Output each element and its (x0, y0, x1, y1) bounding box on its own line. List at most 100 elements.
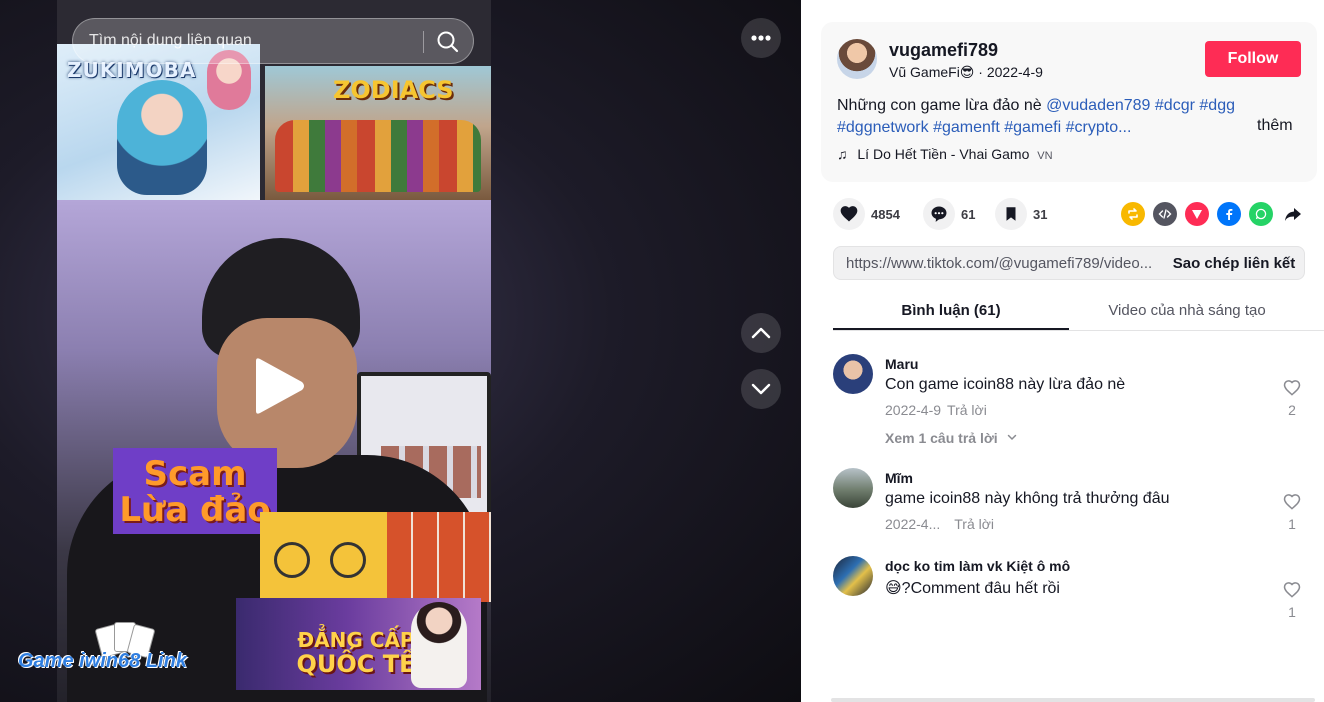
hashtag-link[interactable]: #dcgr (1155, 97, 1195, 114)
commenter-avatar[interactable] (833, 556, 873, 596)
comment-text: 😅?Comment đâu hết rồi (885, 580, 1060, 597)
comment-like-button[interactable] (1281, 492, 1303, 517)
zodiacs-thumbnail: ZODIACS (265, 66, 491, 200)
play-button[interactable] (248, 355, 308, 417)
music-title: Lí Do Hết Tiền - Vhai Gamo (857, 146, 1030, 162)
comment-like-button[interactable] (1281, 580, 1303, 605)
comment-date: 2022-4... (885, 516, 941, 532)
game-character-image (117, 80, 207, 195)
active-tab-indicator (833, 328, 1069, 330)
send-to-friends-button[interactable] (1185, 202, 1209, 226)
zukimoba-thumbnail: ZUKIMOBA (57, 44, 260, 200)
tab-creator-videos[interactable]: Video của nhà sáng tạo (1069, 302, 1305, 319)
hashtag-link[interactable]: #gamenft (933, 119, 1000, 136)
comment-like-button[interactable] (1281, 378, 1303, 403)
music-info[interactable]: ♫ Lí Do Hết Tiền - Vhai Gamo VN (837, 146, 1053, 162)
copy-link-button[interactable]: Sao chép liên kết (1164, 247, 1304, 279)
bookmark-icon (1006, 207, 1016, 221)
comment-like-count: 2 (1288, 402, 1296, 418)
search-icon (437, 31, 459, 53)
post-date: 2022-4-9 (986, 64, 1043, 80)
commenter-name[interactable]: dọc ko tim làm vk Kiệt ô mô (885, 558, 1070, 574)
caption-text: Những con game lừa đảo nè (837, 97, 1042, 114)
meta-separator: · (974, 64, 987, 80)
share-facebook-button[interactable] (1217, 202, 1241, 226)
heart-icon (840, 206, 858, 222)
commenter-name[interactable]: Maru (885, 356, 918, 372)
bike-race-thumbnail (387, 512, 491, 602)
chevron-up-icon (751, 327, 771, 339)
comment-item: dọc ko tim làm vk Kiệt ô mô 😅?Comment đâ… (833, 556, 1303, 636)
more-options-button[interactable] (741, 18, 781, 58)
previous-video-button[interactable] (741, 313, 781, 353)
reply-button[interactable]: Trả lời (954, 516, 994, 532)
search-input[interactable] (89, 19, 409, 63)
comment-item: Mĩm game icoin88 này không trả thưởng đâ… (833, 468, 1303, 548)
side-panel: vugamefi789 Vũ GameFi😎 · 2022-4-9 Follow… (801, 0, 1324, 702)
send-icon (1192, 210, 1202, 219)
related-search-bar[interactable] (72, 18, 474, 64)
hashtag-link[interactable]: @vudaden789 (1046, 97, 1150, 114)
hashtag-link[interactable]: #crypto... (1066, 119, 1132, 136)
commenter-name[interactable]: Mĩm (885, 470, 913, 486)
save-action[interactable]: 31 (995, 198, 1047, 230)
author-username[interactable]: vugamefi789 (889, 40, 998, 61)
repost-button[interactable] (1121, 202, 1145, 226)
video-description-card: vugamefi789 Vũ GameFi😎 · 2022-4-9 Follow… (821, 22, 1317, 182)
video-url[interactable]: https://www.tiktok.com/@vugamefi789/vide… (846, 255, 1156, 272)
heart-outline-icon (1283, 582, 1301, 598)
like-button[interactable] (833, 198, 865, 230)
search-divider (423, 31, 424, 53)
comment-meta: 2022-4... Trả lời (885, 516, 994, 532)
commenter-avatar[interactable] (833, 354, 873, 394)
watermark-text: Game iwin68 Link (18, 650, 187, 672)
follow-button[interactable]: Follow (1205, 41, 1301, 77)
comment-item: Maru Con game icoin88 này lừa đảo nè 202… (833, 354, 1303, 454)
promo-model-image (411, 602, 467, 688)
share-arrow-icon (1285, 208, 1301, 221)
like-action[interactable]: 4854 (833, 198, 900, 230)
comment-like-count: 1 (1288, 604, 1296, 620)
comment-icon (931, 206, 947, 222)
view-replies-button[interactable]: Xem 1 câu trả lời (885, 430, 1018, 446)
tab-comments[interactable]: Bình luận (61) (833, 302, 1069, 319)
promo-line2: QUỐC TẾ (296, 650, 416, 678)
zodiacs-characters-image (275, 120, 481, 192)
comment-input-edge (831, 698, 1315, 702)
embed-button[interactable] (1153, 202, 1177, 226)
casino-promo-banner: ĐẲNG CẤP QUỐC TẾ (236, 598, 481, 690)
heart-outline-icon (1283, 494, 1301, 510)
scam-label-line1: Scam (143, 454, 247, 494)
heart-outline-icon (1283, 380, 1301, 396)
reply-button[interactable]: Trả lời (947, 402, 987, 418)
scam-label-line2: Lừa đảo (119, 490, 271, 530)
music-region: VN (1037, 150, 1053, 162)
comment-count: 61 (961, 206, 976, 222)
content-tabs: Bình luận (61) Video của nhà sáng tạo (833, 294, 1324, 331)
view-replies-label: Xem 1 câu trả lời (885, 430, 998, 446)
see-more-link[interactable]: thêm (1257, 117, 1293, 135)
author-avatar[interactable] (837, 39, 877, 79)
commenter-avatar[interactable] (833, 468, 873, 508)
zodiacs-logo: ZODIACS (333, 76, 454, 104)
hashtag-link[interactable]: #dggnetwork (837, 119, 929, 136)
comment-action[interactable]: 61 (923, 198, 975, 230)
save-button[interactable] (995, 198, 1027, 230)
whatsapp-icon (1255, 208, 1267, 220)
action-bar: 4854 61 31 (833, 198, 1303, 230)
bike-game-thumbnail (260, 512, 387, 602)
hashtag-link[interactable]: #gamefi (1004, 119, 1061, 136)
video-player[interactable]: ZUKIMOBA ZODIACS Scam Lừa đảo ĐẲNG CẤP Q… (57, 0, 491, 702)
more-share-button[interactable] (1281, 202, 1305, 226)
share-whatsapp-button[interactable] (1249, 202, 1273, 226)
chevron-down-icon (751, 383, 771, 395)
comment-date: 2022-4-9 (885, 402, 942, 418)
hashtag-link[interactable]: #dgg (1199, 97, 1235, 114)
music-note-icon: ♫ (837, 146, 848, 162)
more-dots-icon (751, 35, 771, 41)
comment-button[interactable] (923, 198, 955, 230)
search-button[interactable] (431, 25, 465, 59)
video-pane: ZUKIMOBA ZODIACS Scam Lừa đảo ĐẲNG CẤP Q… (0, 0, 801, 702)
promo-line1: ĐẲNG CẤP (297, 628, 415, 652)
next-video-button[interactable] (741, 369, 781, 409)
